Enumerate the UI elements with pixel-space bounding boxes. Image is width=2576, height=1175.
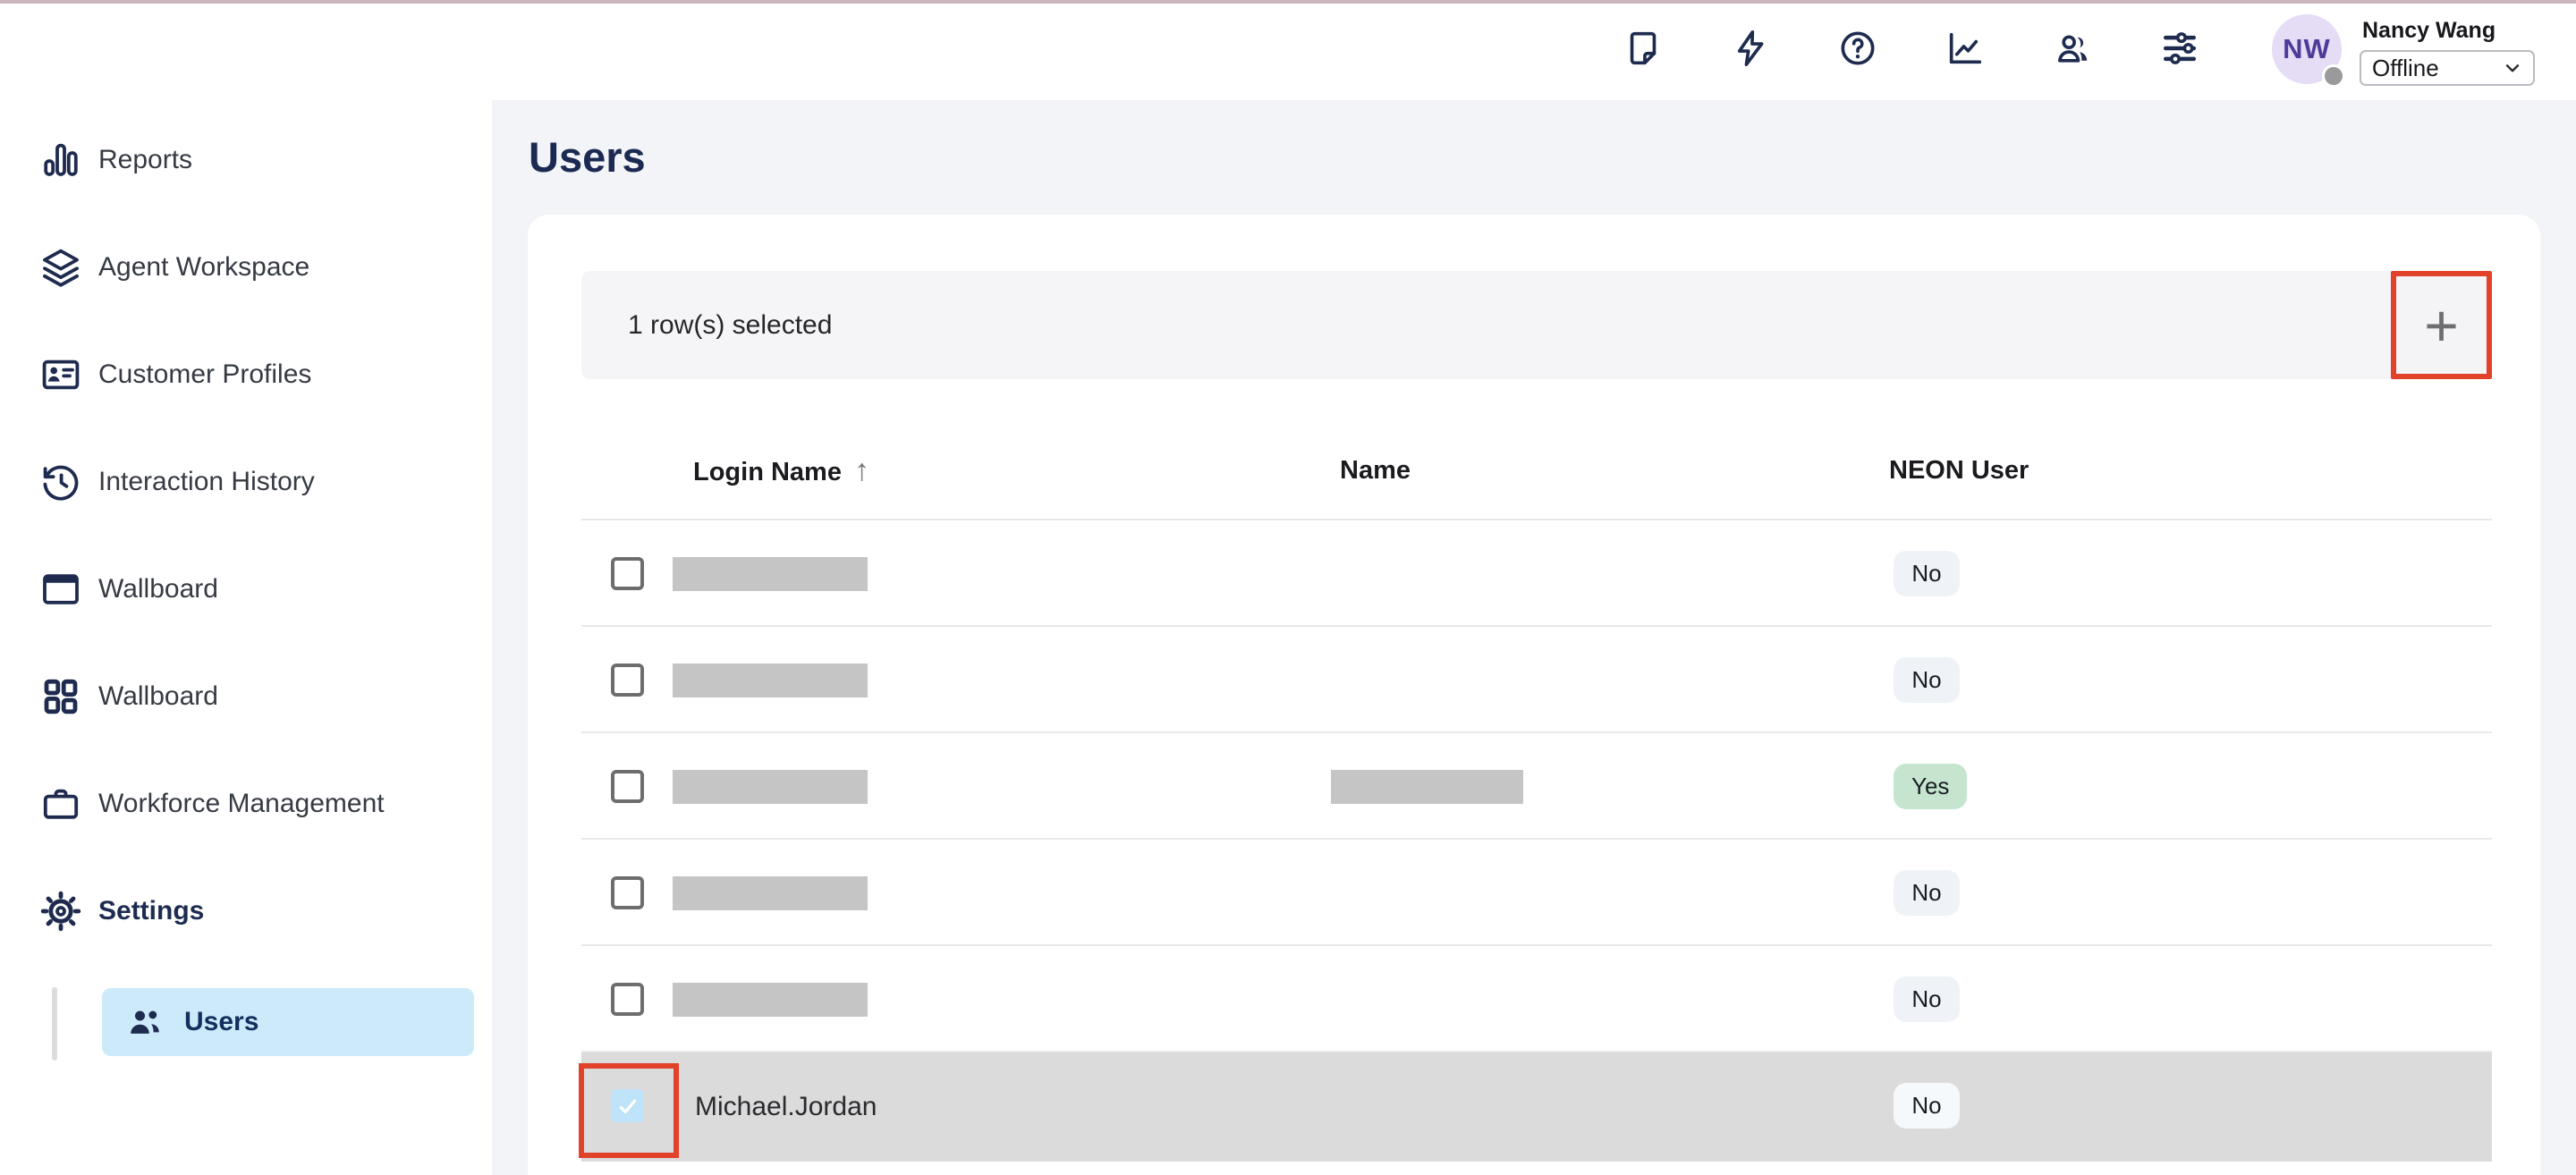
sidebar-item-label: Wallboard [98, 574, 218, 604]
selection-count-text: 1 row(s) selected [628, 271, 832, 379]
preferences-button[interactable] [2158, 27, 2201, 70]
redacted-name-placeholder [1331, 770, 1523, 804]
sidebar-item-agent-workspace[interactable]: Agent Workspace [0, 214, 492, 321]
page-title: Users [529, 132, 646, 182]
neon-badge: No [1894, 551, 1960, 596]
table-row[interactable]: No [581, 627, 2492, 733]
sidebar: Reports Agent Workspace Customer Profile… [0, 4, 492, 1175]
sort-asc-icon: ↑ [854, 453, 869, 487]
status-select[interactable]: Offline [2360, 50, 2535, 86]
sub-item-tree-line [52, 987, 57, 1061]
dashboard-grid-icon [39, 675, 82, 718]
status-select-value: Offline [2372, 55, 2439, 82]
sidebar-item-wallboard[interactable]: Wallboard [0, 536, 492, 643]
layers-icon [39, 246, 82, 289]
gear-icon [39, 890, 82, 933]
lightning-icon [1730, 28, 1771, 69]
notes-button[interactable] [1622, 27, 1665, 70]
analytics-button[interactable] [1944, 27, 1987, 70]
add-user-button[interactable]: + [2391, 271, 2492, 379]
table-row[interactable]: Yes [581, 733, 2492, 840]
sidebar-item-reports[interactable]: Reports [0, 106, 492, 214]
sidebar-item-label: Users [184, 1007, 258, 1037]
users-card: 1 row(s) selected + Login Name ↑ Name NEO… [528, 215, 2540, 1175]
browser-window-icon [39, 568, 82, 611]
users-table: Login Name ↑ Name NEON User No No Yes [581, 420, 2492, 1162]
quick-actions-button[interactable] [1729, 27, 1772, 70]
redacted-login-placeholder [673, 876, 868, 910]
sidebar-item-label: Customer Profiles [98, 359, 311, 390]
people-icon [2052, 28, 2093, 69]
neon-badge: Yes [1894, 764, 1967, 809]
row-checkbox[interactable] [611, 664, 644, 697]
table-row-selected[interactable]: Michael.Jordan No [581, 1052, 2492, 1162]
sidebar-item-label: Interaction History [98, 467, 315, 497]
row-checkbox[interactable] [611, 876, 644, 909]
top-window-border [0, 0, 2576, 4]
plus-icon: + [2424, 292, 2459, 359]
avatar-initials: NW [2283, 33, 2331, 65]
sidebar-item-customer-profiles[interactable]: Customer Profiles [0, 321, 492, 428]
sidebar-item-wallboard-2[interactable]: Wallboard [0, 643, 492, 750]
column-header-label: NEON User [1889, 456, 2029, 485]
login-name-cell: Michael.Jordan [695, 1052, 877, 1162]
table-row[interactable]: No [581, 840, 2492, 946]
table-row[interactable]: No [581, 520, 2492, 627]
redacted-login-placeholder [673, 770, 868, 804]
sidebar-item-interaction-history[interactable]: Interaction History [0, 428, 492, 536]
history-icon [39, 461, 82, 503]
page-root: { "colors": { "navy": "#1e2b4f", "navy-t… [0, 0, 2576, 1175]
row-checkbox[interactable] [611, 983, 644, 1016]
sidebar-item-label: Reports [98, 145, 192, 175]
sidebar-item-workforce-management[interactable]: Workforce Management [0, 750, 492, 858]
sliders-icon [2159, 28, 2200, 69]
redacted-login-placeholder [673, 557, 868, 591]
column-header-name[interactable]: Name [1340, 420, 1411, 520]
help-icon [1837, 28, 1878, 69]
sidebar-item-label: Workforce Management [98, 789, 385, 819]
people-group-icon [125, 1002, 165, 1042]
neon-badge: No [1894, 870, 1960, 916]
selection-bar: 1 row(s) selected + [581, 271, 2492, 379]
column-header-label: Name [1340, 456, 1411, 485]
table-header: Login Name ↑ Name NEON User [581, 420, 2492, 520]
redacted-login-placeholder [673, 983, 868, 1017]
neon-badge: No [1894, 1083, 1960, 1129]
redacted-login-placeholder [673, 664, 868, 697]
neon-badge: No [1894, 657, 1960, 703]
sidebar-nav: Reports Agent Workspace Customer Profile… [0, 106, 492, 965]
neon-badge: No [1894, 976, 1960, 1022]
help-button[interactable] [1836, 27, 1879, 70]
column-header-login-name[interactable]: Login Name ↑ [693, 420, 869, 520]
row-checkbox-checked[interactable] [611, 1089, 644, 1122]
sidebar-item-settings[interactable]: Settings [0, 858, 492, 965]
table-row[interactable]: No [581, 946, 2492, 1052]
contacts-button[interactable] [2051, 27, 2094, 70]
user-name: Nancy Wang [2362, 18, 2496, 44]
column-header-label: Login Name [693, 458, 842, 486]
column-header-neon-user[interactable]: NEON User [1889, 420, 2029, 520]
briefcase-icon [39, 782, 82, 825]
sidebar-item-label: Settings [98, 896, 204, 926]
analytics-icon [1945, 28, 1986, 69]
row-checkbox[interactable] [611, 770, 644, 803]
id-card-icon [39, 353, 82, 396]
topbar-icon-group [1622, 27, 2201, 70]
sidebar-item-users[interactable]: Users [102, 988, 474, 1056]
presence-status-dot [2322, 64, 2345, 88]
bar-chart-icon [39, 139, 82, 182]
check-icon [616, 1095, 640, 1118]
row-checkbox[interactable] [611, 557, 644, 590]
sidebar-item-label: Wallboard [98, 681, 218, 712]
sidebar-item-label: Agent Workspace [98, 252, 309, 283]
chevron-down-icon [2501, 56, 2524, 80]
notes-icon [1623, 28, 1664, 69]
